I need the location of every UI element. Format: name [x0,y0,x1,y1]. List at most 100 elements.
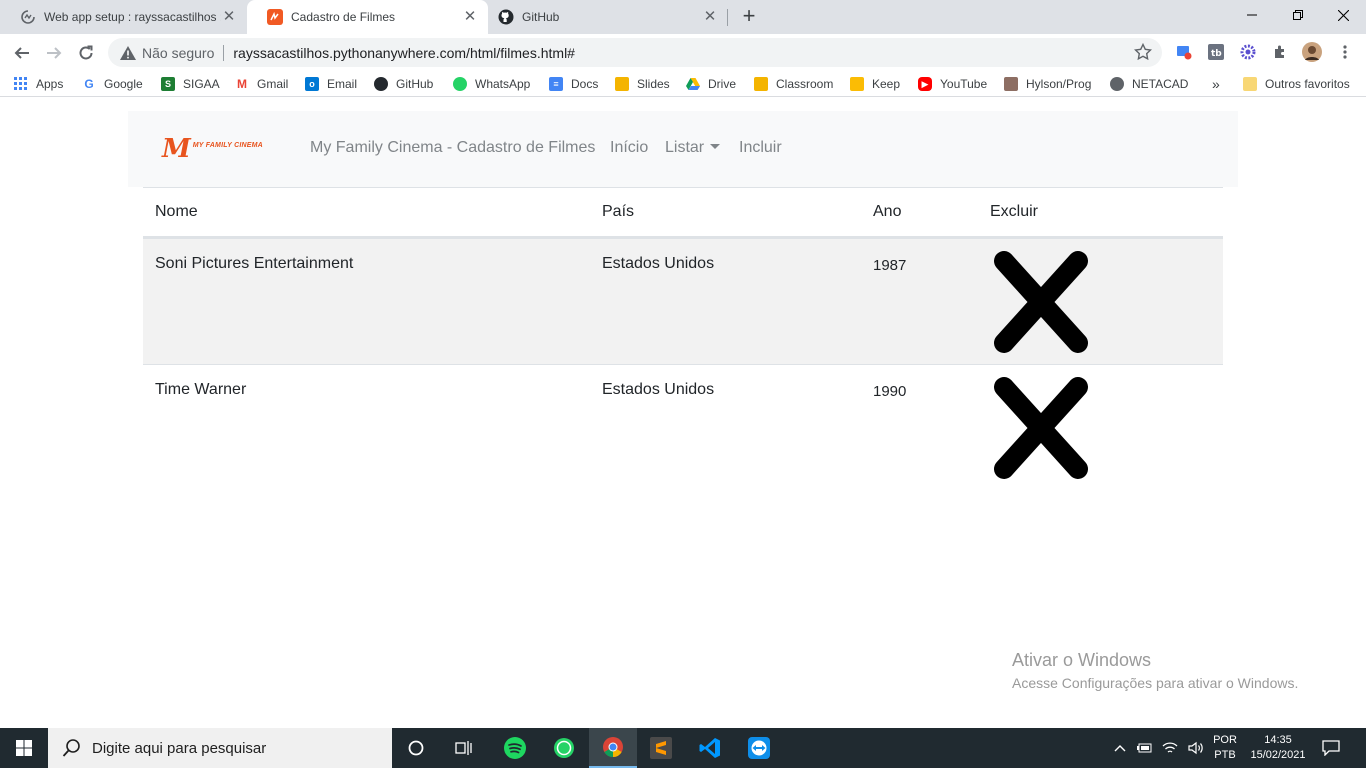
brand-logo[interactable]: M MY FAMILY CINEMA [162,134,263,164]
tab-github[interactable]: GitHub ✕ [478,0,728,34]
bookmark-email[interactable]: o Email [305,75,357,93]
search-icon [62,739,80,757]
outlook-icon: o [305,77,319,91]
close-tab-icon[interactable]: ✕ [221,9,237,25]
close-window-button[interactable] [1320,0,1366,30]
notifications-button[interactable] [1322,728,1340,768]
bookmark-slides[interactable]: Slides [615,75,670,93]
table-row: Time Warner Estados Unidos 1990 [143,364,1223,490]
reload-button[interactable] [72,39,100,67]
taskbar-search-box[interactable]: Digite aqui para pesquisar [48,728,392,768]
volume-icon[interactable] [1188,741,1204,755]
tab-title: GitHub [522,10,560,24]
logo-mark-icon: M [162,134,191,164]
taskbar-whatsapp[interactable] [540,728,588,768]
close-tab-icon[interactable]: ✕ [702,9,718,25]
sublime-text-icon [650,737,672,759]
bookmark-drive[interactable]: Drive [686,75,736,93]
site-title[interactable]: My Family Cinema - Cadastro de Filmes [310,139,595,157]
avatar[interactable] [1302,42,1322,62]
bookmark-docs[interactable]: ≡ Docs [549,75,598,93]
google-icon: G [82,77,96,91]
taskbar-vscode[interactable] [686,728,734,768]
folder-icon [1243,77,1257,91]
bookmark-label: Hylson/Prog [1026,77,1092,91]
bookmark-youtube[interactable]: ▶ YouTube [918,75,987,93]
security-status[interactable]: Não seguro [142,45,214,61]
more-bookmarks-button[interactable]: » [1212,75,1220,93]
windows-taskbar: Digite aqui para pesquisar POR PTB 14:35… [0,728,1366,768]
nav-list-dropdown[interactable]: Listar [665,139,721,157]
nav-add-link[interactable]: Incluir [739,139,782,157]
github-icon [374,77,388,91]
url-text[interactable]: rayssacastilhos.pythonanywhere.com/html/… [233,45,575,61]
task-view-button[interactable] [440,728,488,768]
bookmark-netacad[interactable]: NETACAD [1110,75,1188,93]
taskbar-spotify[interactable] [491,728,539,768]
close-tab-icon[interactable]: ✕ [462,9,478,25]
warning-icon[interactable] [120,45,136,61]
cell-country: Estados Unidos [602,255,715,272]
tab-cadastro-de-filmes[interactable]: Cadastro de Filmes ✕ [247,0,488,34]
extension-icon[interactable] [1175,43,1193,61]
bookmark-gmail[interactable]: M Gmail [235,75,288,93]
table-header: Nome País Ano Excluir [143,188,1223,238]
kebab-menu-icon[interactable] [1336,43,1354,61]
cinema-favicon-icon [267,9,283,25]
delete-x-icon[interactable] [992,375,1090,481]
taskbar-sublime[interactable] [637,728,685,768]
bookmark-label: WhatsApp [475,77,531,91]
tab-strip: Web app setup : rayssacastilhos : ✕ Cada… [0,0,1366,34]
bookmark-google[interactable]: G Google [82,75,143,93]
nav-home-link[interactable]: Início [610,139,648,157]
tab-web-app-setup[interactable]: Web app setup : rayssacastilhos : ✕ [0,0,247,34]
tb-extension-icon[interactable]: tb [1207,43,1225,61]
bookmark-label: YouTube [940,77,988,91]
bookmark-label: GitHub [396,77,434,91]
pythonanywhere-icon [20,9,36,25]
bookmark-classroom[interactable]: Classroom [754,75,833,93]
clock[interactable]: 14:35 15/02/2021 [1246,728,1310,768]
gear-extension-icon[interactable] [1239,43,1257,61]
slides-icon [615,77,629,91]
bookmark-label: Outros favoritos [1265,77,1350,91]
chevron-up-icon[interactable] [1114,744,1126,752]
bookmark-whatsapp[interactable]: WhatsApp [453,75,530,93]
puzzle-icon[interactable] [1271,43,1289,61]
drive-icon [686,77,700,91]
cell-year: 1987 [873,257,907,274]
whatsapp-icon [554,738,574,758]
github-icon [498,9,514,25]
back-button[interactable] [8,39,36,67]
gmail-icon: M [235,77,249,91]
watermark-title: Ativar o Windows [1012,650,1152,670]
cortana-button[interactable] [392,728,440,768]
bookmark-keep[interactable]: Keep [850,75,900,93]
delete-x-icon[interactable] [992,249,1090,355]
bookmark-sigaa[interactable]: S SIGAA [161,75,220,93]
youtube-icon: ▶ [918,77,932,91]
taskbar-chrome[interactable] [589,728,637,768]
clock-time: 14:35 [1264,734,1292,746]
brand-text: MY FAMILY CINEMA [192,141,263,149]
input-language[interactable]: POR PTB [1210,728,1240,768]
caret-down-icon [710,143,721,149]
bookmark-hylson-prog[interactable]: Hylson/Prog [1004,75,1091,93]
taskbar-teamviewer[interactable] [735,728,783,768]
new-tab-button[interactable]: + [737,5,761,29]
forward-button[interactable] [40,39,68,67]
restore-button[interactable] [1275,0,1321,30]
sigaa-icon: S [161,77,175,91]
header-country: País [602,203,635,220]
other-favorites-folder[interactable]: Outros favoritos [1243,75,1350,93]
bookmark-apps[interactable]: Apps [14,75,63,93]
bookmark-star-icon[interactable] [1133,42,1153,61]
bookmark-github[interactable]: GitHub [374,75,433,93]
start-button[interactable] [0,728,48,768]
battery-icon[interactable] [1136,742,1152,754]
profile-photo-icon [1004,77,1018,91]
address-bar[interactable]: Não seguro rayssacastilhos.pythonanywher… [108,38,1162,67]
minimize-button[interactable] [1229,0,1275,30]
cell-name: Time Warner [155,381,247,398]
wifi-icon[interactable] [1162,741,1178,755]
